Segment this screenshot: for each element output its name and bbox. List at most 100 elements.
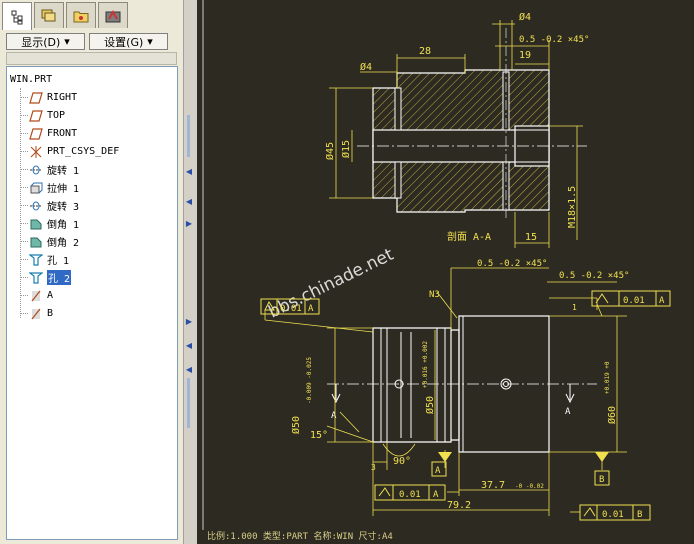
dim-28[interactable]: 28 xyxy=(419,46,431,57)
tree-item-label: 倒角 1 xyxy=(47,220,80,231)
dim-phi60[interactable]: Ø60 xyxy=(606,406,618,424)
folder-tab[interactable] xyxy=(66,2,96,28)
drawing-canvas[interactable]: 28 Ø4 19 0.5 -0.2 ×45° Ø4 Ø45 Ø15 M18×1.… xyxy=(197,0,694,544)
tree-item[interactable]: 孔 1 xyxy=(28,251,69,268)
gtol-bottom-ref[interactable]: A xyxy=(433,490,439,500)
model-tree: WIN.PRT RIGHT TOP FRONT PRT_CSYS_DEF 旋转 1 拉伸 … xyxy=(6,66,178,540)
dim-377[interactable]: 37.7 xyxy=(481,480,505,491)
gtol-left-ref[interactable]: A xyxy=(308,304,314,314)
tree-item[interactable]: 旋转 1 xyxy=(28,161,79,178)
datum-axis-icon xyxy=(28,289,44,303)
dim-377-tol[interactable]: -0 -0.02 xyxy=(515,483,544,490)
model-tree-panel: 显示(D) ▾ 设置(G) ▾ WIN.PRT RIGHT TOP FRONT PRT… xyxy=(0,0,183,544)
collapse-left-icon[interactable]: ◀ xyxy=(184,166,194,176)
drawing-svg: 28 Ø4 19 0.5 -0.2 ×45° Ø4 Ø45 Ø15 M18×1.… xyxy=(202,0,671,530)
dim-15[interactable]: 15 xyxy=(525,232,537,243)
tree-item[interactable]: FRONT xyxy=(28,125,77,142)
dim-phi50a[interactable]: Ø50 xyxy=(290,416,302,434)
gtol-b-ref[interactable]: B xyxy=(637,510,642,520)
gtol-bottom-value[interactable]: 0.01 xyxy=(399,490,421,500)
tree-toolbar: 显示(D) ▾ 设置(G) ▾ xyxy=(6,33,168,50)
show-menu-button[interactable]: 显示(D) ▾ xyxy=(6,33,85,50)
dim-phi4[interactable]: Ø4 xyxy=(519,11,531,23)
tree-item[interactable]: B xyxy=(28,305,53,322)
collapse-left-icon[interactable]: ◀ xyxy=(184,196,194,206)
gtol-right-value[interactable]: 0.01 xyxy=(623,296,645,306)
datum-axis-icon xyxy=(28,307,44,321)
tree-root-label: WIN.PRT xyxy=(10,74,53,85)
drawing-status-text: 比例:1.000 类型:PART 名称:WIN 尺寸:A4 xyxy=(207,532,393,542)
expand-right-icon[interactable]: ▶ xyxy=(184,218,194,228)
section-view[interactable]: 28 Ø4 19 0.5 -0.2 ×45° Ø4 Ø45 Ø15 M18×1.… xyxy=(324,11,589,248)
datum-plane-icon xyxy=(28,127,44,141)
collapse-left-icon[interactable]: ◀ xyxy=(184,340,194,350)
datum-a-label[interactable]: A xyxy=(435,466,441,476)
revolve-icon xyxy=(28,199,44,213)
dim-phi50b-tol[interactable]: +0.016 +0.002 xyxy=(422,341,429,388)
revolve-icon xyxy=(28,163,44,177)
model-tree-tab-icon xyxy=(11,10,23,24)
tree-item[interactable]: 拉伸 1 xyxy=(28,179,79,196)
gtol-right-ref[interactable]: A xyxy=(659,296,665,306)
expand-right-icon[interactable]: ▶ xyxy=(184,316,194,326)
dim-angle-90[interactable]: 90° xyxy=(393,456,411,467)
tree-item-label: RIGHT xyxy=(47,92,78,103)
tree-root[interactable]: WIN.PRT xyxy=(10,71,52,88)
tree-item[interactable]: TOP xyxy=(28,107,65,124)
tree-guide-branch xyxy=(20,97,28,98)
collapse-left-icon[interactable]: ◀ xyxy=(184,364,194,374)
dim-n3[interactable]: N3 xyxy=(429,290,440,300)
hole-icon xyxy=(28,253,44,267)
tree-item[interactable]: A xyxy=(28,287,53,304)
section-arrow-a-right[interactable]: A xyxy=(565,407,571,417)
sash-grip-top xyxy=(187,115,190,157)
tree-item[interactable]: 孔 2 xyxy=(28,269,72,286)
favorites-tab-icon xyxy=(105,9,121,22)
tree-item-label: PRT_CSYS_DEF xyxy=(47,146,120,157)
dim-phi50a-tol[interactable]: -0.009 -0.025 xyxy=(306,357,313,404)
tree-guide-branch xyxy=(20,133,28,134)
dim-phi50b[interactable]: Ø50 xyxy=(424,396,436,414)
dim-phi45[interactable]: Ø45 xyxy=(324,142,336,160)
tree-item[interactable]: RIGHT xyxy=(28,89,77,106)
tree-item-label: B xyxy=(47,308,54,319)
dim-phi4b[interactable]: Ø4 xyxy=(360,61,372,73)
panel-sash[interactable]: ◀ ◀ ▶ ▶ ◀ ◀ xyxy=(183,0,198,544)
tree-filter-bar[interactable] xyxy=(6,52,177,65)
chamfer-icon xyxy=(28,217,44,231)
gtol-left-value[interactable]: 0.01 xyxy=(280,304,302,314)
surface-mark-1[interactable]: 1 xyxy=(572,303,577,312)
model-tree-tab[interactable] xyxy=(2,2,32,30)
settings-menu-button[interactable]: 设置(G) ▾ xyxy=(89,33,168,50)
dim-phi15[interactable]: Ø15 xyxy=(340,140,352,158)
dim-19[interactable]: 19 xyxy=(519,50,531,61)
datum-plane-icon xyxy=(28,109,44,123)
dim-angle-15[interactable]: 15° xyxy=(310,430,328,441)
tree-item[interactable]: PRT_CSYS_DEF xyxy=(28,143,119,160)
dim-chamfer-b2[interactable]: 0.5 -0.2 ×45° xyxy=(559,271,629,281)
tree-item[interactable]: 倒角 2 xyxy=(28,233,79,250)
tree-guide-branch xyxy=(20,277,28,278)
layers-tab[interactable] xyxy=(34,2,64,28)
datum-b-label[interactable]: B xyxy=(599,475,604,485)
tree-item[interactable]: 倒角 1 xyxy=(28,215,79,232)
chevron-down-icon: ▾ xyxy=(147,35,153,48)
tree-guide-branch xyxy=(20,187,28,188)
gtol-b-value[interactable]: 0.01 xyxy=(602,510,624,520)
section-label: 剖面 A-A xyxy=(447,230,491,243)
dim-chamfer-b1[interactable]: 0.5 -0.2 ×45° xyxy=(477,259,547,269)
dim-m18[interactable]: M18×1.5 xyxy=(567,186,578,228)
tree-guide-branch xyxy=(20,205,28,206)
dim-phi60-tol[interactable]: +0.019 +0 xyxy=(604,361,611,394)
section-arrow-a-left[interactable]: A xyxy=(331,411,337,421)
dim-792[interactable]: 79.2 xyxy=(447,500,471,511)
tree-guide-branch xyxy=(20,295,28,296)
dim-chamfer-top[interactable]: 0.5 -0.2 ×45° xyxy=(519,35,589,45)
tree-guide-branch xyxy=(20,223,28,224)
dim-3[interactable]: 3 xyxy=(371,463,376,472)
favorites-tab[interactable] xyxy=(98,2,128,28)
chamfer-icon xyxy=(28,235,44,249)
tree-item[interactable]: 旋转 3 xyxy=(28,197,79,214)
hole-icon xyxy=(28,271,44,285)
tree-item-label: 孔 2 xyxy=(47,270,72,285)
